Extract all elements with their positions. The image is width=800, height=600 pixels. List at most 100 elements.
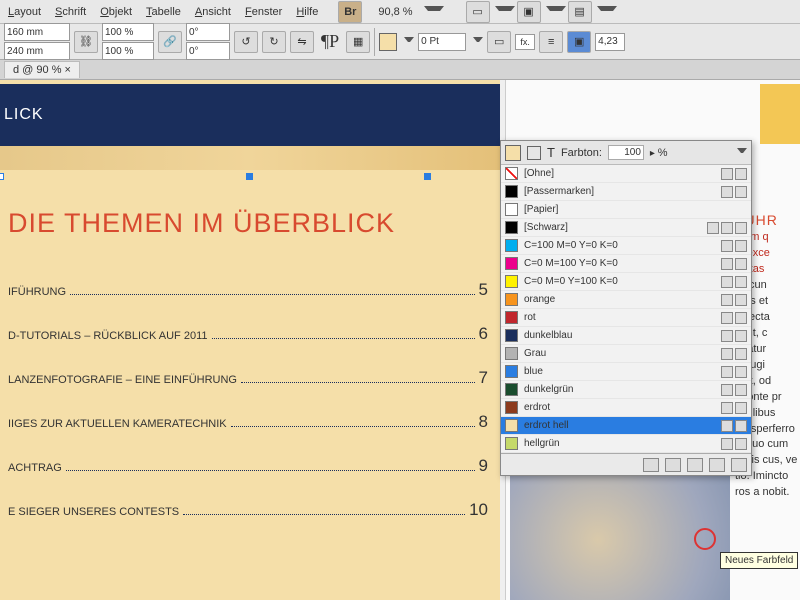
bridge-button[interactable]: Br: [338, 1, 362, 23]
handle-left[interactable]: [0, 173, 4, 180]
handle-center[interactable]: [246, 173, 253, 180]
handle-right[interactable]: [424, 173, 431, 180]
swatch-type-icon: [735, 402, 747, 414]
swatch-chip: [505, 203, 518, 216]
flip-h-icon[interactable]: ⇋: [290, 31, 314, 53]
show-color-icon[interactable]: [665, 458, 681, 472]
stroke-style-button[interactable]: ▭: [487, 31, 511, 53]
rotate-cw-icon[interactable]: ↻: [262, 31, 286, 53]
document-tabs: d @ 90 % ×: [0, 60, 800, 80]
tint-input[interactable]: [608, 145, 644, 160]
document-tab[interactable]: d @ 90 % ×: [4, 61, 80, 78]
swatch-type-icon: [735, 366, 747, 378]
menu-schrift[interactable]: Schrift: [49, 3, 92, 21]
swatch-row[interactable]: orange: [501, 291, 751, 309]
swatch-row[interactable]: [Papier]: [501, 201, 751, 219]
swatch-type-icon: [721, 168, 733, 180]
swatch-type-icon: [735, 348, 747, 360]
height-input[interactable]: [4, 42, 70, 60]
none-icon: [505, 167, 518, 180]
swatches-panel[interactable]: T Farbton: ▸ % [Ohne][Passermarken][Papi…: [500, 140, 752, 476]
chevron-down-icon: [597, 6, 617, 17]
swatch-row[interactable]: dunkelgrün: [501, 381, 751, 399]
paragraph-style-icon[interactable]: ¶P: [318, 31, 342, 52]
width-input[interactable]: [4, 23, 70, 41]
chevron-down-icon[interactable]: [404, 37, 414, 47]
canvas: LICK DIE THEMEN IM ÜBERBLICK IFÜHRUNG5D-…: [0, 80, 800, 600]
fill-swatch[interactable]: [379, 33, 397, 51]
align-button[interactable]: ≡: [539, 31, 563, 53]
menu-ansicht[interactable]: Ansicht: [189, 3, 237, 21]
selection-handles[interactable]: [0, 170, 500, 184]
chevron-down-icon[interactable]: [424, 6, 444, 17]
swatch-name: C=100 M=0 Y=0 K=0: [524, 240, 715, 251]
swatch-chip: [505, 275, 518, 288]
corner-input[interactable]: [595, 33, 625, 51]
swatch-row[interactable]: Grau: [501, 345, 751, 363]
view-mode-button[interactable]: ▭: [466, 1, 490, 23]
swatch-row[interactable]: [Schwarz]: [501, 219, 751, 237]
swatch-row[interactable]: blue: [501, 363, 751, 381]
swatch-name: blue: [524, 366, 715, 377]
swatch-chip: [505, 257, 518, 270]
swatch-list[interactable]: [Ohne] [Passermarken] [Papier] [Schwarz] C=1…: [501, 165, 751, 453]
page-decoration: [760, 84, 800, 144]
swatch-row[interactable]: erdrot hell: [501, 417, 751, 435]
text-wrap-icon[interactable]: ▦: [346, 31, 370, 53]
swatch-chip: [505, 383, 518, 396]
toc-title: LANZENFOTOGRAFIE – EINE EINFÜHRUNG: [8, 374, 237, 386]
fx-button[interactable]: fx.: [515, 34, 535, 50]
swatch-name: erdrot: [524, 402, 715, 413]
rotate-input[interactable]: [186, 23, 230, 41]
shear-input[interactable]: [186, 42, 230, 60]
swatch-row[interactable]: erdrot: [501, 399, 751, 417]
swatch-row[interactable]: hellgrün: [501, 435, 751, 453]
constrain-icon[interactable]: ⛓: [74, 31, 98, 53]
toc-page: 5: [479, 280, 488, 300]
delete-swatch-icon[interactable]: [731, 458, 747, 472]
show-gradient-icon[interactable]: [687, 458, 703, 472]
fill-proxy-icon[interactable]: [505, 145, 521, 161]
chevron-down-icon: [495, 6, 515, 17]
screen-mode-button[interactable]: ▣: [517, 1, 541, 23]
swatch-type-icon: [735, 222, 747, 234]
toc-title: E SIEGER UNSERES CONTESTS: [8, 506, 179, 518]
stroke-proxy-icon[interactable]: [527, 146, 541, 160]
swatch-row[interactable]: C=100 M=0 Y=0 K=0: [501, 237, 751, 255]
scale-x-input[interactable]: [102, 23, 154, 41]
swatch-row[interactable]: C=0 M=100 Y=0 K=0: [501, 255, 751, 273]
menu-layout[interactable]: LLayoutayout: [2, 3, 47, 21]
menu-hilfe[interactable]: Hilfe: [290, 3, 324, 21]
swatch-type-icon: [721, 258, 733, 270]
arrange-button[interactable]: ▤: [568, 1, 592, 23]
new-swatch-icon[interactable]: [709, 458, 725, 472]
swatch-row[interactable]: C=0 M=0 Y=100 K=0: [501, 273, 751, 291]
swatch-type-icon: [721, 294, 733, 306]
swatch-type-icon: [721, 276, 733, 288]
menu-tabelle[interactable]: Tabelle: [140, 3, 187, 21]
stroke-weight-input[interactable]: [418, 33, 466, 51]
chevron-down-icon[interactable]: [473, 37, 483, 47]
show-all-icon[interactable]: [643, 458, 659, 472]
swatch-type-icon: [735, 438, 747, 450]
menu-fenster[interactable]: Fenster: [239, 3, 288, 21]
rotate-ccw-icon[interactable]: ↺: [234, 31, 258, 53]
swatch-row[interactable]: [Ohne]: [501, 165, 751, 183]
swatch-name: [Passermarken]: [524, 186, 715, 197]
swatch-type-icon: [735, 312, 747, 324]
frame-fit-button[interactable]: ▣: [567, 31, 591, 53]
page[interactable]: LICK DIE THEMEN IM ÜBERBLICK IFÜHRUNG5D-…: [0, 80, 500, 600]
zoom-level[interactable]: 90,8 %: [372, 3, 418, 21]
swatch-row[interactable]: dunkelblau: [501, 327, 751, 345]
swatch-row[interactable]: rot: [501, 309, 751, 327]
menu-objekt[interactable]: Objekt: [94, 3, 138, 21]
toc: IFÜHRUNG5D-TUTORIALS – RÜCKBLICK AUF 201…: [8, 280, 488, 544]
panel-menu-icon[interactable]: [737, 148, 747, 158]
swatch-type-icon: [721, 186, 733, 198]
link-icon[interactable]: 🔗: [158, 31, 182, 53]
scale-y-input[interactable]: [102, 42, 154, 60]
control-bar: ⛓ 🔗 ↺ ↻ ⇋ ¶P ▦ ▭ fx. ≡ ▣: [0, 24, 800, 60]
swatch-name: [Schwarz]: [524, 222, 701, 233]
text-target-icon[interactable]: T: [547, 145, 555, 160]
swatch-row[interactable]: [Passermarken]: [501, 183, 751, 201]
